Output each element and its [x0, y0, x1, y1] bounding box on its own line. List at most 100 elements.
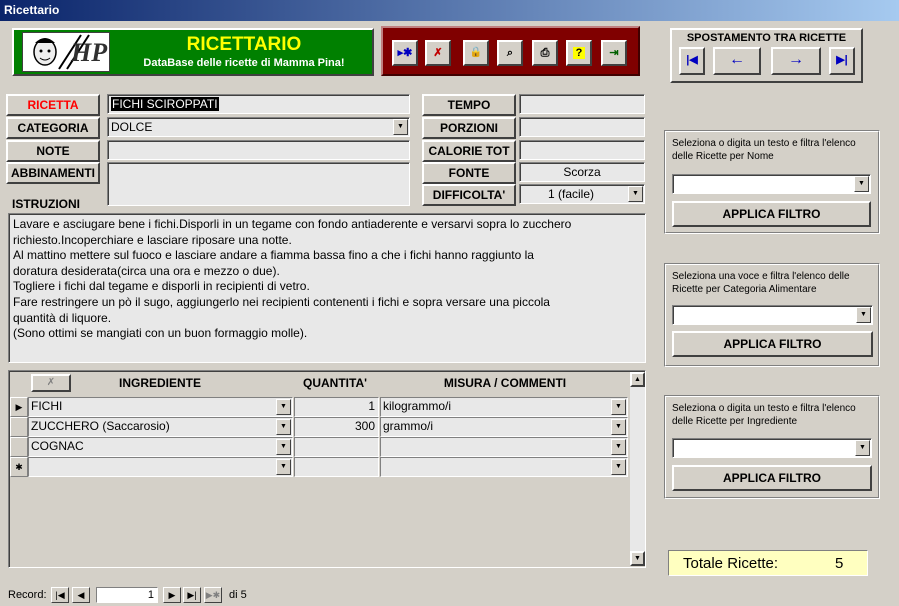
new-record-icon: ▸✱ — [397, 47, 413, 59]
previous-recipe-button[interactable]: ← — [713, 47, 761, 75]
abbinamenti-field[interactable] — [107, 162, 410, 206]
filter-categoria-dropdown-button[interactable]: ▼ — [856, 307, 871, 323]
ingrediente-cell[interactable]: ▼ — [28, 457, 293, 477]
next-recipe-button[interactable]: → — [771, 47, 821, 75]
app-subtitle: DataBase delle ricette di Mamma Pina! — [143, 57, 345, 69]
filter-nome-dropdown-button[interactable]: ▼ — [854, 176, 869, 192]
ricetta-value: FICHI SCIROPPATI — [111, 97, 219, 111]
table-row[interactable]: COGNAC ▼ ▼ — [10, 437, 630, 457]
filter-panel-nome: Seleziona o digita un testo e filtra l'e… — [664, 130, 880, 234]
categoria-dropdown-button[interactable]: ▼ — [393, 119, 408, 135]
misura-dropdown-button[interactable]: ▼ — [611, 439, 626, 455]
ricetta-field[interactable]: FICHI SCIROPPATI — [107, 94, 410, 114]
apply-filter-ingrediente-button[interactable]: APPLICA FILTRO — [672, 465, 872, 491]
filter-ingrediente-combo[interactable]: ▼ — [672, 438, 872, 458]
istruzioni-line: quantità di liquore. — [13, 310, 112, 325]
ingrediente-cell[interactable]: COGNAC ▼ — [28, 437, 293, 457]
find-button[interactable]: ⌕ — [497, 40, 523, 66]
table-row-new[interactable]: ✱ ▼ ▼ — [10, 457, 630, 477]
ricetta-label: RICETTA — [6, 94, 100, 116]
chevron-down-icon: ▼ — [615, 403, 622, 410]
ingredients-scrollbar[interactable]: ▲ ▼ — [630, 372, 645, 566]
quantita-cell[interactable] — [294, 437, 379, 457]
table-row[interactable]: ▶ FICHI ▼ 1 kilogrammo/i ▼ — [10, 397, 630, 417]
calorie-field[interactable] — [519, 140, 645, 160]
istruzioni-line: richiesto.Incoperchiare e lasciare ripos… — [13, 232, 292, 247]
arrow-left-icon: ← — [729, 51, 745, 68]
first-icon: |◀ — [686, 54, 698, 66]
row-selector[interactable]: ✱ — [10, 457, 28, 477]
ingredients-subform: ✗ INGREDIENTE QUANTITA' MISURA / COMMENT… — [8, 370, 646, 568]
column-header-ingrediente: INGREDIENTE — [118, 376, 201, 390]
istruzioni-textarea[interactable]: Lavare e asciugare bene i fichi.Disporli… — [8, 213, 646, 363]
quantita-cell[interactable]: 300 — [294, 417, 379, 437]
chevron-down-icon: ▼ — [615, 443, 622, 450]
question-icon: ? — [572, 47, 586, 59]
tempo-field[interactable] — [519, 94, 645, 114]
filter-nome-combo[interactable]: ▼ — [672, 174, 871, 194]
filter-ingrediente-dropdown-button[interactable]: ▼ — [855, 440, 870, 456]
totale-ricette-value: 5 — [835, 555, 844, 572]
ingrediente-dropdown-button[interactable]: ▼ — [276, 419, 291, 435]
note-field[interactable] — [107, 140, 410, 160]
chevron-down-icon: ▼ — [615, 463, 622, 470]
record-number-input[interactable]: 1 — [96, 587, 158, 603]
filter-categoria-combo[interactable]: ▼ — [672, 305, 873, 325]
misura-dropdown-button[interactable]: ▼ — [611, 419, 626, 435]
misura-cell[interactable]: ▼ — [380, 457, 628, 477]
difficolta-dropdown-button[interactable]: ▼ — [628, 186, 643, 202]
ingrediente-value: ZUCCHERO (Saccarosio) — [31, 419, 170, 433]
misura-dropdown-button[interactable]: ▼ — [611, 399, 626, 415]
last-recipe-button[interactable]: ▶| — [829, 47, 855, 75]
quantita-cell[interactable] — [294, 457, 379, 477]
record-number-value: 1 — [147, 589, 154, 601]
istruzioni-line: Fare restringere un pò il sugo, aggiunge… — [13, 294, 550, 309]
difficolta-combo[interactable]: 1 (facile) ▼ — [519, 184, 645, 204]
chevron-down-icon: ▼ — [859, 444, 866, 451]
row-selector[interactable]: ▶ — [10, 397, 28, 417]
porzioni-field[interactable] — [519, 117, 645, 137]
misura-cell[interactable]: ▼ — [380, 437, 628, 457]
fonte-field[interactable]: Scorza — [519, 162, 645, 182]
row-selector[interactable] — [10, 437, 28, 457]
exit-button[interactable]: ⇥ — [601, 40, 627, 66]
delete-record-button[interactable]: ✗ — [425, 40, 451, 66]
scroll-up-button[interactable]: ▲ — [630, 372, 645, 387]
scroll-down-button[interactable]: ▼ — [630, 551, 645, 566]
fonte-label: FONTE — [422, 162, 516, 184]
misura-cell[interactable]: grammo/i ▼ — [380, 417, 628, 437]
ingrediente-value: FICHI — [31, 399, 63, 413]
record-new-button[interactable]: ▶✱ — [204, 587, 222, 603]
misura-cell[interactable]: kilogrammo/i ▼ — [380, 397, 628, 417]
difficolta-value: 1 (facile) — [548, 187, 595, 201]
lock-button[interactable]: 🔒 — [463, 40, 489, 66]
row-selector[interactable] — [10, 417, 28, 437]
record-first-button[interactable]: |◀ — [51, 587, 69, 603]
apply-filter-nome-button[interactable]: APPLICA FILTRO — [672, 201, 871, 227]
chevron-down-icon: ▼ — [280, 423, 287, 430]
record-prev-button[interactable]: ◀ — [72, 587, 90, 603]
quantita-cell[interactable]: 1 — [294, 397, 379, 417]
window-title-bar[interactable]: Ricettario — [0, 0, 899, 21]
ingrediente-cell[interactable]: FICHI ▼ — [28, 397, 293, 417]
apply-filter-categoria-button[interactable]: APPLICA FILTRO — [672, 331, 873, 357]
ingrediente-dropdown-button[interactable]: ▼ — [276, 459, 291, 475]
record-next-button[interactable]: ▶ — [163, 587, 181, 603]
chevron-down-icon: ▼ — [280, 403, 287, 410]
ingrediente-value: COGNAC — [31, 439, 84, 453]
misura-dropdown-button[interactable]: ▼ — [611, 459, 626, 475]
table-row[interactable]: ZUCCHERO (Saccarosio) ▼ 300 grammo/i ▼ — [10, 417, 630, 437]
tempo-label: TEMPO — [422, 94, 516, 116]
new-record-button[interactable]: ▸✱ — [392, 40, 418, 66]
ingrediente-dropdown-button[interactable]: ▼ — [276, 399, 291, 415]
istruzioni-line: Al mattino mettere sul fuoco e lasciare … — [13, 248, 534, 263]
ingrediente-dropdown-button[interactable]: ▼ — [276, 439, 291, 455]
record-last-button[interactable]: ▶| — [183, 587, 201, 603]
chevron-down-icon: ▼ — [860, 311, 867, 318]
first-recipe-button[interactable]: |◀ — [679, 47, 705, 75]
help-button[interactable]: ? — [566, 40, 592, 66]
ingrediente-cell[interactable]: ZUCCHERO (Saccarosio) ▼ — [28, 417, 293, 437]
print-button[interactable]: ⎙ — [532, 40, 558, 66]
fonte-value: Scorza — [563, 165, 601, 179]
categoria-combo[interactable]: DOLCE ▼ — [107, 117, 410, 137]
